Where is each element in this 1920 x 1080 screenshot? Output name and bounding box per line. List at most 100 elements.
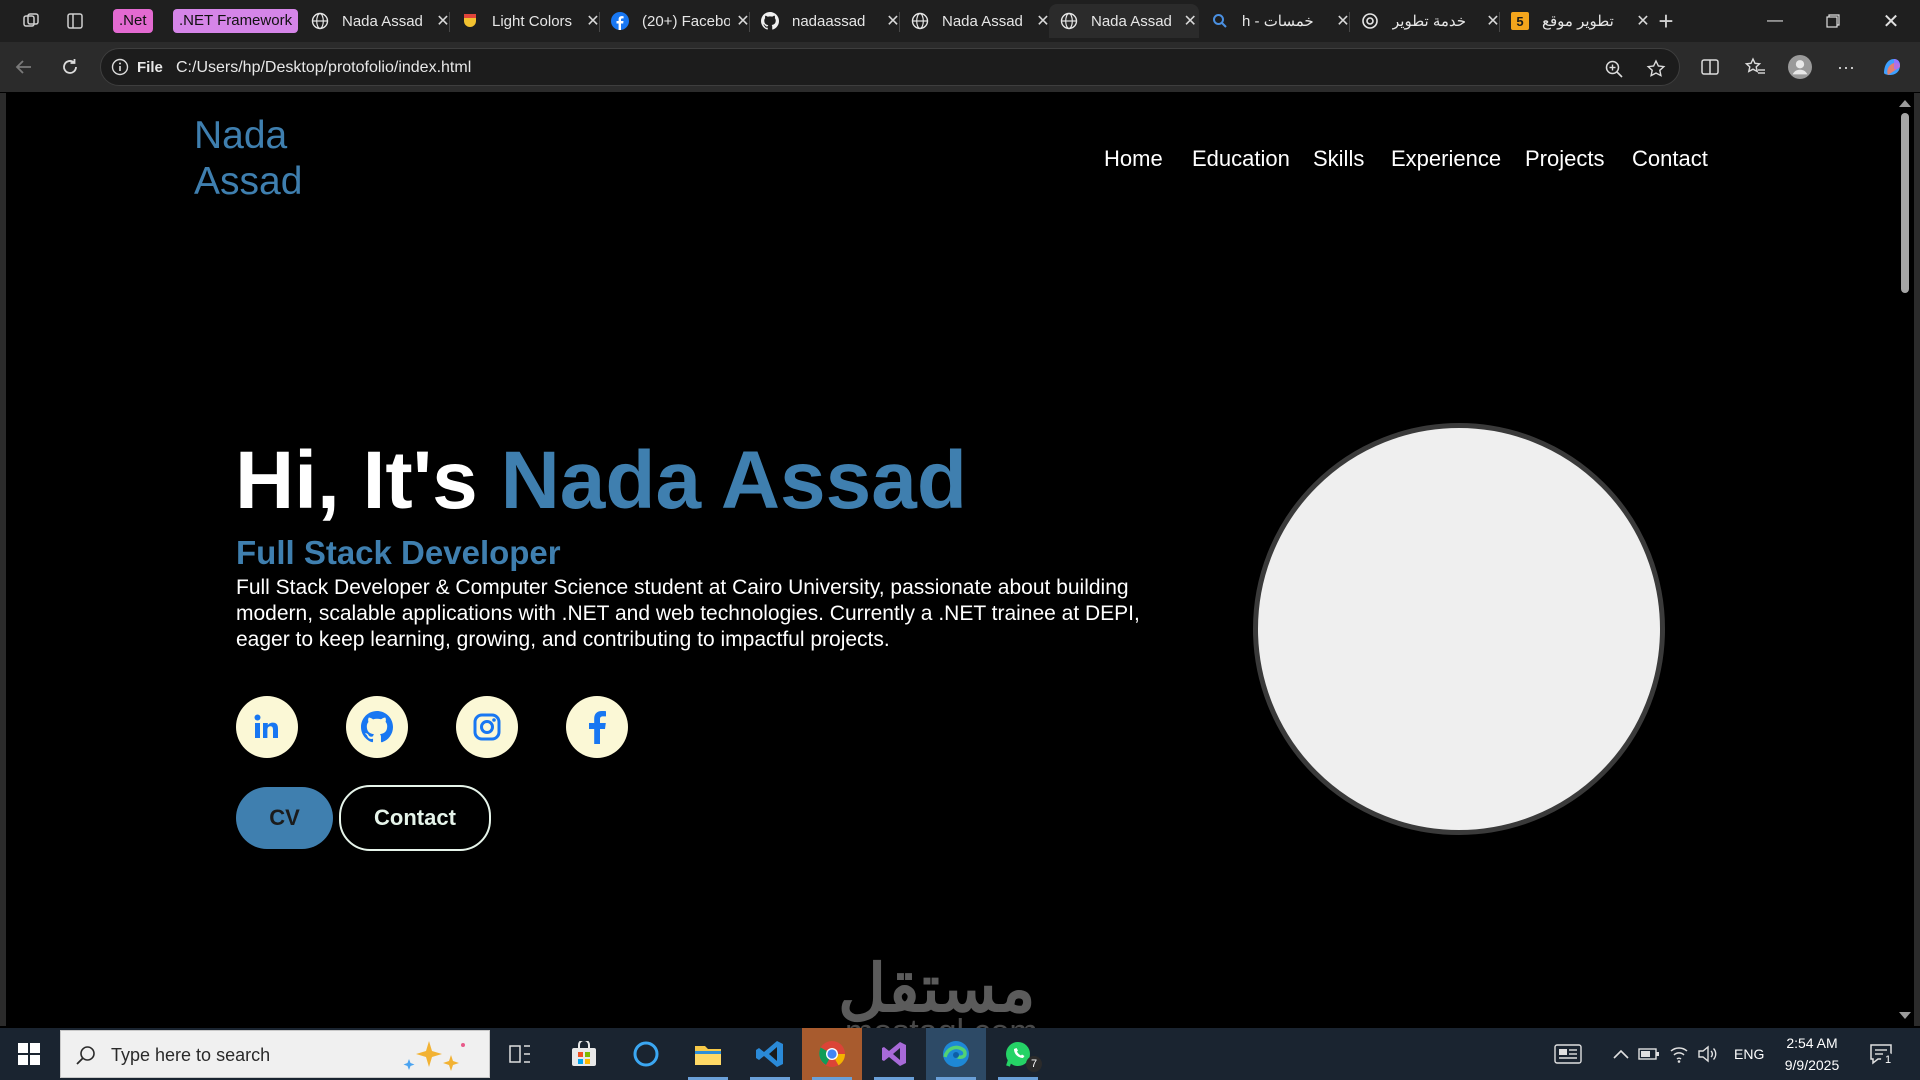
tab-development-service[interactable]: خدمة تطوير ✕ [1350, 4, 1502, 38]
url-text[interactable]: C:/Users/hp/Desktop/protofolio/index.htm… [176, 59, 471, 77]
close-window-button[interactable]: ✕ [1862, 0, 1920, 42]
volume-icon[interactable] [1697, 1043, 1719, 1065]
tab-title: تطوير موقع [1542, 13, 1614, 30]
tab-title: nadaassad [792, 12, 866, 30]
hero-heading: Hi, It's Nada Assad [235, 436, 967, 526]
chevron-up-icon[interactable] [1610, 1043, 1632, 1065]
close-tab-icon[interactable]: ✕ [1634, 11, 1652, 31]
nav-home[interactable]: Home [1104, 146, 1163, 172]
facebook-icon[interactable] [566, 696, 628, 758]
refresh-button[interactable] [54, 51, 86, 83]
profile-photo-placeholder [1253, 423, 1665, 835]
restore-button[interactable] [1804, 0, 1862, 42]
tab-actions-icon[interactable] [60, 6, 90, 36]
nav-skills[interactable]: Skills [1313, 146, 1364, 172]
scroll-up-arrow[interactable] [1899, 100, 1911, 107]
battery-icon[interactable] [1638, 1043, 1660, 1065]
close-tab-icon[interactable]: ✕ [1181, 11, 1199, 31]
scheme-label: File [137, 59, 163, 76]
visual-studio-icon[interactable] [864, 1028, 924, 1080]
more-options-icon[interactable]: ··· [1834, 55, 1858, 79]
tab-title: (20+) Facebook [642, 12, 730, 30]
microsoft-store-icon[interactable] [554, 1028, 614, 1080]
globe-icon [310, 11, 330, 31]
input-language[interactable]: ENG [1734, 1046, 1764, 1062]
info-icon[interactable] [111, 58, 129, 76]
notification-center-icon[interactable]: 1 [1867, 1043, 1895, 1067]
zoom-icon[interactable] [1603, 58, 1625, 80]
profile-avatar-icon[interactable] [1788, 55, 1812, 79]
whatsapp-badge: 7 [1026, 1056, 1042, 1072]
file-explorer-icon[interactable] [678, 1028, 738, 1080]
browser-tab-strip: .Net .NET Framework Nada Assad ✕ Light C… [0, 0, 1920, 42]
tab-light-colors[interactable]: Light Colors ✕ [450, 4, 602, 38]
search-placeholder: Type here to search [111, 1045, 271, 1065]
tab-title: Nada Assad [342, 12, 423, 30]
tab-title: h - خمسات [1242, 13, 1314, 30]
five-icon: 5 [1510, 11, 1530, 31]
clock-date[interactable]: 9/9/2025 [1778, 1057, 1846, 1073]
tab-khamsat[interactable]: h - خمسات ✕ [1200, 4, 1352, 38]
tab-nada-assad-active[interactable]: Nada Assad ✕ [1049, 4, 1199, 38]
hero-role: Full Stack Developer [236, 534, 561, 571]
hero-name: Nada Assad [500, 435, 967, 526]
palette-icon [460, 11, 480, 31]
svg-text:5: 5 [1516, 14, 1523, 29]
search-highlight-icon [399, 1037, 479, 1073]
new-tab-button[interactable]: + [1651, 6, 1681, 36]
tab-website-development[interactable]: 5 تطوير موقع ✕ [1500, 4, 1652, 38]
scrollbar-thumb[interactable] [1901, 113, 1909, 293]
openai-icon [1360, 11, 1380, 31]
scroll-down-arrow[interactable] [1899, 1012, 1911, 1019]
facebook-icon [610, 11, 630, 31]
globe-icon [910, 11, 930, 31]
windows-start-button[interactable] [0, 1028, 58, 1080]
globe-icon [1059, 11, 1079, 31]
notification-badge: 1 [1881, 1053, 1895, 1067]
cv-button[interactable]: CV [236, 787, 333, 849]
address-bar-row: File C:/Users/hp/Desktop/protofolio/inde… [0, 42, 1920, 92]
cortana-icon[interactable] [616, 1028, 676, 1080]
search-icon [1210, 11, 1230, 31]
tab-nada-assad-1[interactable]: Nada Assad ✕ [300, 4, 452, 38]
task-view-icon[interactable] [490, 1028, 550, 1080]
address-bar[interactable]: File C:/Users/hp/Desktop/protofolio/inde… [100, 48, 1680, 86]
whatsapp-icon[interactable]: 7 [988, 1028, 1048, 1080]
github-icon [760, 11, 780, 31]
windows-taskbar: Type here to search 7 ENG 2:54 AM 9/9/20… [0, 1028, 1920, 1080]
tab-title: Nada Assad [1091, 12, 1172, 30]
chrome-icon[interactable] [802, 1028, 862, 1080]
back-button[interactable] [8, 51, 40, 83]
news-widget-icon[interactable] [1553, 1043, 1583, 1065]
vscode-icon[interactable] [740, 1028, 800, 1080]
search-icon [75, 1044, 97, 1066]
minimize-button[interactable]: — [1746, 0, 1804, 42]
page-scrollbar[interactable] [1896, 93, 1914, 1026]
tab-nada-assad-2[interactable]: Nada Assad ✕ [900, 4, 1052, 38]
hero-greeting: Hi, It's [235, 435, 478, 526]
contact-button[interactable]: Contact [339, 785, 491, 851]
page-viewport: Nada Assad Home Education Skills Experie… [6, 93, 1896, 1026]
nav-projects[interactable]: Projects [1525, 146, 1604, 172]
nav-experience[interactable]: Experience [1391, 146, 1501, 172]
favorites-icon[interactable] [1743, 55, 1767, 79]
linkedin-icon[interactable] [236, 696, 298, 758]
nav-contact[interactable]: Contact [1632, 146, 1708, 172]
instagram-icon[interactable] [456, 696, 518, 758]
hero-description: Full Stack Developer & Computer Science … [236, 576, 1140, 651]
nav-education[interactable]: Education [1192, 146, 1290, 172]
workspaces-icon[interactable] [16, 6, 46, 36]
tab-github[interactable]: nadaassad ✕ [750, 4, 902, 38]
copilot-icon[interactable] [1880, 55, 1904, 79]
tab-group-net[interactable]: .Net [113, 9, 153, 33]
split-screen-icon[interactable] [1698, 55, 1722, 79]
site-logo[interactable]: Nada Assad [194, 113, 354, 205]
tab-facebook[interactable]: (20+) Facebook ✕ [600, 4, 752, 38]
github-icon[interactable] [346, 696, 408, 758]
taskbar-search-box[interactable]: Type here to search [60, 1030, 490, 1078]
favorite-star-icon[interactable] [1645, 58, 1667, 80]
tab-group-net-framework[interactable]: .NET Framework [173, 9, 299, 33]
edge-icon[interactable] [926, 1028, 986, 1080]
wifi-icon[interactable] [1668, 1043, 1690, 1065]
clock-time[interactable]: 2:54 AM [1782, 1035, 1842, 1051]
